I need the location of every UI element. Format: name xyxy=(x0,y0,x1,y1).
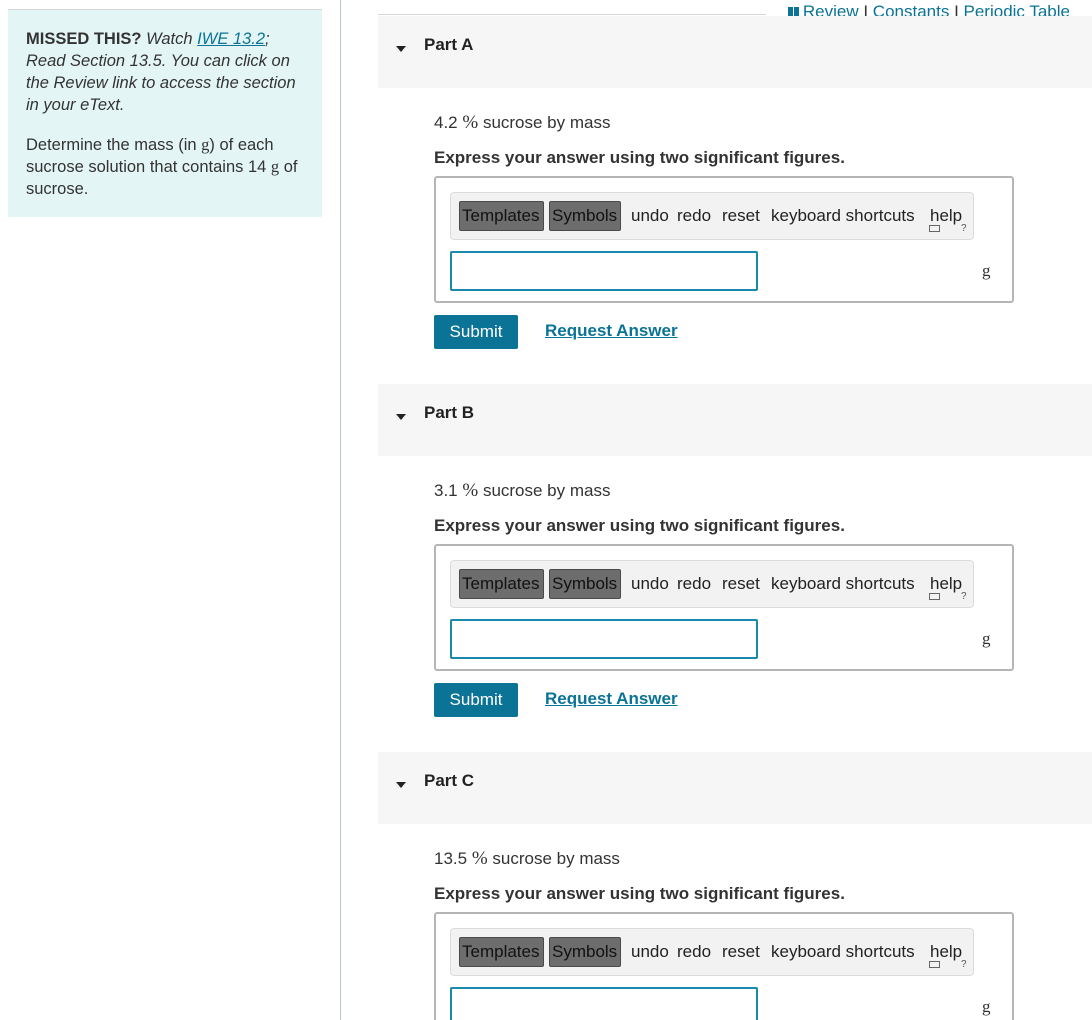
part-c-header[interactable]: Part C xyxy=(378,752,1092,824)
problem-prompt: Determine the mass (in g) of each sucros… xyxy=(26,135,298,198)
problem-statement: 3.1 % sucrose by mass xyxy=(434,480,611,501)
help-question-icon: ? xyxy=(961,591,967,602)
answer-box: Templates Symbols undo redo reset keyboa… xyxy=(434,176,1014,303)
request-answer-link[interactable]: Request Answer xyxy=(545,689,678,709)
templates-button[interactable]: Templates xyxy=(459,201,544,231)
symbols-button[interactable]: Symbols xyxy=(549,569,621,599)
answer-input[interactable] xyxy=(450,251,758,291)
reset-button[interactable]: reset xyxy=(722,937,760,967)
undo-button[interactable]: undo xyxy=(631,937,669,967)
math-toolbar: Templates Symbols undo redo reset keyboa… xyxy=(450,560,974,608)
answer-input[interactable] xyxy=(450,987,758,1020)
keyboard-icon xyxy=(929,961,940,968)
instruction-text: Express your answer using two significan… xyxy=(434,884,845,903)
keyboard-shortcuts-button[interactable]: keyboard shortcuts xyxy=(771,201,915,231)
reset-button[interactable]: reset xyxy=(722,201,760,231)
part-b: Part B 3.1 % sucrose by mass Express you… xyxy=(378,384,1092,724)
part-title: Part C xyxy=(424,771,475,790)
instruction-text: Express your answer using two significan… xyxy=(434,148,845,167)
part-b-header[interactable]: Part B xyxy=(378,384,1092,456)
keyboard-icon xyxy=(929,225,940,232)
reset-button[interactable]: reset xyxy=(722,569,760,599)
read-section-text: Read Section 13.5. You can click on the … xyxy=(26,52,296,114)
unit-label: g xyxy=(982,997,991,1016)
part-title: Part A xyxy=(424,35,474,54)
header-divider xyxy=(378,14,766,15)
request-answer-link[interactable]: Request Answer xyxy=(545,321,678,341)
collapse-caret-icon[interactable] xyxy=(396,46,406,52)
part-a: Part A 4.2 % sucrose by mass Express you… xyxy=(378,16,1092,356)
undo-button[interactable]: undo xyxy=(631,569,669,599)
templates-button[interactable]: Templates xyxy=(459,937,544,967)
collapse-caret-icon[interactable] xyxy=(396,414,406,420)
problem-statement: 13.5 % sucrose by mass xyxy=(434,848,620,869)
part-c: Part C 13.5 % sucrose by mass Express yo… xyxy=(378,752,1092,1020)
keyboard-icon xyxy=(929,593,940,600)
symbols-button[interactable]: Symbols xyxy=(549,201,621,231)
help-question-icon: ? xyxy=(961,959,967,970)
hint-panel: MISSED THIS? Watch IWE 13.2; Read Sectio… xyxy=(8,10,322,217)
symbols-button[interactable]: Symbols xyxy=(549,937,621,967)
redo-button[interactable]: redo xyxy=(677,937,711,967)
column-divider xyxy=(340,0,341,1020)
undo-button[interactable]: undo xyxy=(631,201,669,231)
book-icon xyxy=(787,7,799,16)
templates-button[interactable]: Templates xyxy=(459,569,544,599)
keyboard-shortcuts-button[interactable]: keyboard shortcuts xyxy=(771,569,915,599)
missed-this-text: MISSED THIS? Watch IWE 13.2; Read Sectio… xyxy=(26,30,296,114)
redo-button[interactable]: redo xyxy=(677,569,711,599)
keyboard-shortcuts-button[interactable]: keyboard shortcuts xyxy=(771,937,915,967)
help-question-icon: ? xyxy=(961,223,967,234)
answer-input[interactable] xyxy=(450,619,758,659)
problem-statement: 4.2 % sucrose by mass xyxy=(434,112,611,133)
iwe-link[interactable]: IWE 13.2 xyxy=(197,30,265,48)
unit-label: g xyxy=(982,261,991,280)
missed-this-label: MISSED THIS? xyxy=(26,30,142,48)
math-toolbar: Templates Symbols undo redo reset keyboa… xyxy=(450,928,974,976)
submit-button[interactable]: Submit xyxy=(434,683,518,717)
part-title: Part B xyxy=(424,403,475,422)
part-a-header[interactable]: Part A xyxy=(378,16,1092,88)
redo-button[interactable]: redo xyxy=(677,201,711,231)
answer-box: Templates Symbols undo redo reset keyboa… xyxy=(434,912,1014,1020)
answer-box: Templates Symbols undo redo reset keyboa… xyxy=(434,544,1014,671)
unit-label: g xyxy=(982,629,991,648)
instruction-text: Express your answer using two significan… xyxy=(434,516,845,535)
submit-button[interactable]: Submit xyxy=(434,315,518,349)
math-toolbar: Templates Symbols undo redo reset keyboa… xyxy=(450,192,974,240)
collapse-caret-icon[interactable] xyxy=(396,782,406,788)
